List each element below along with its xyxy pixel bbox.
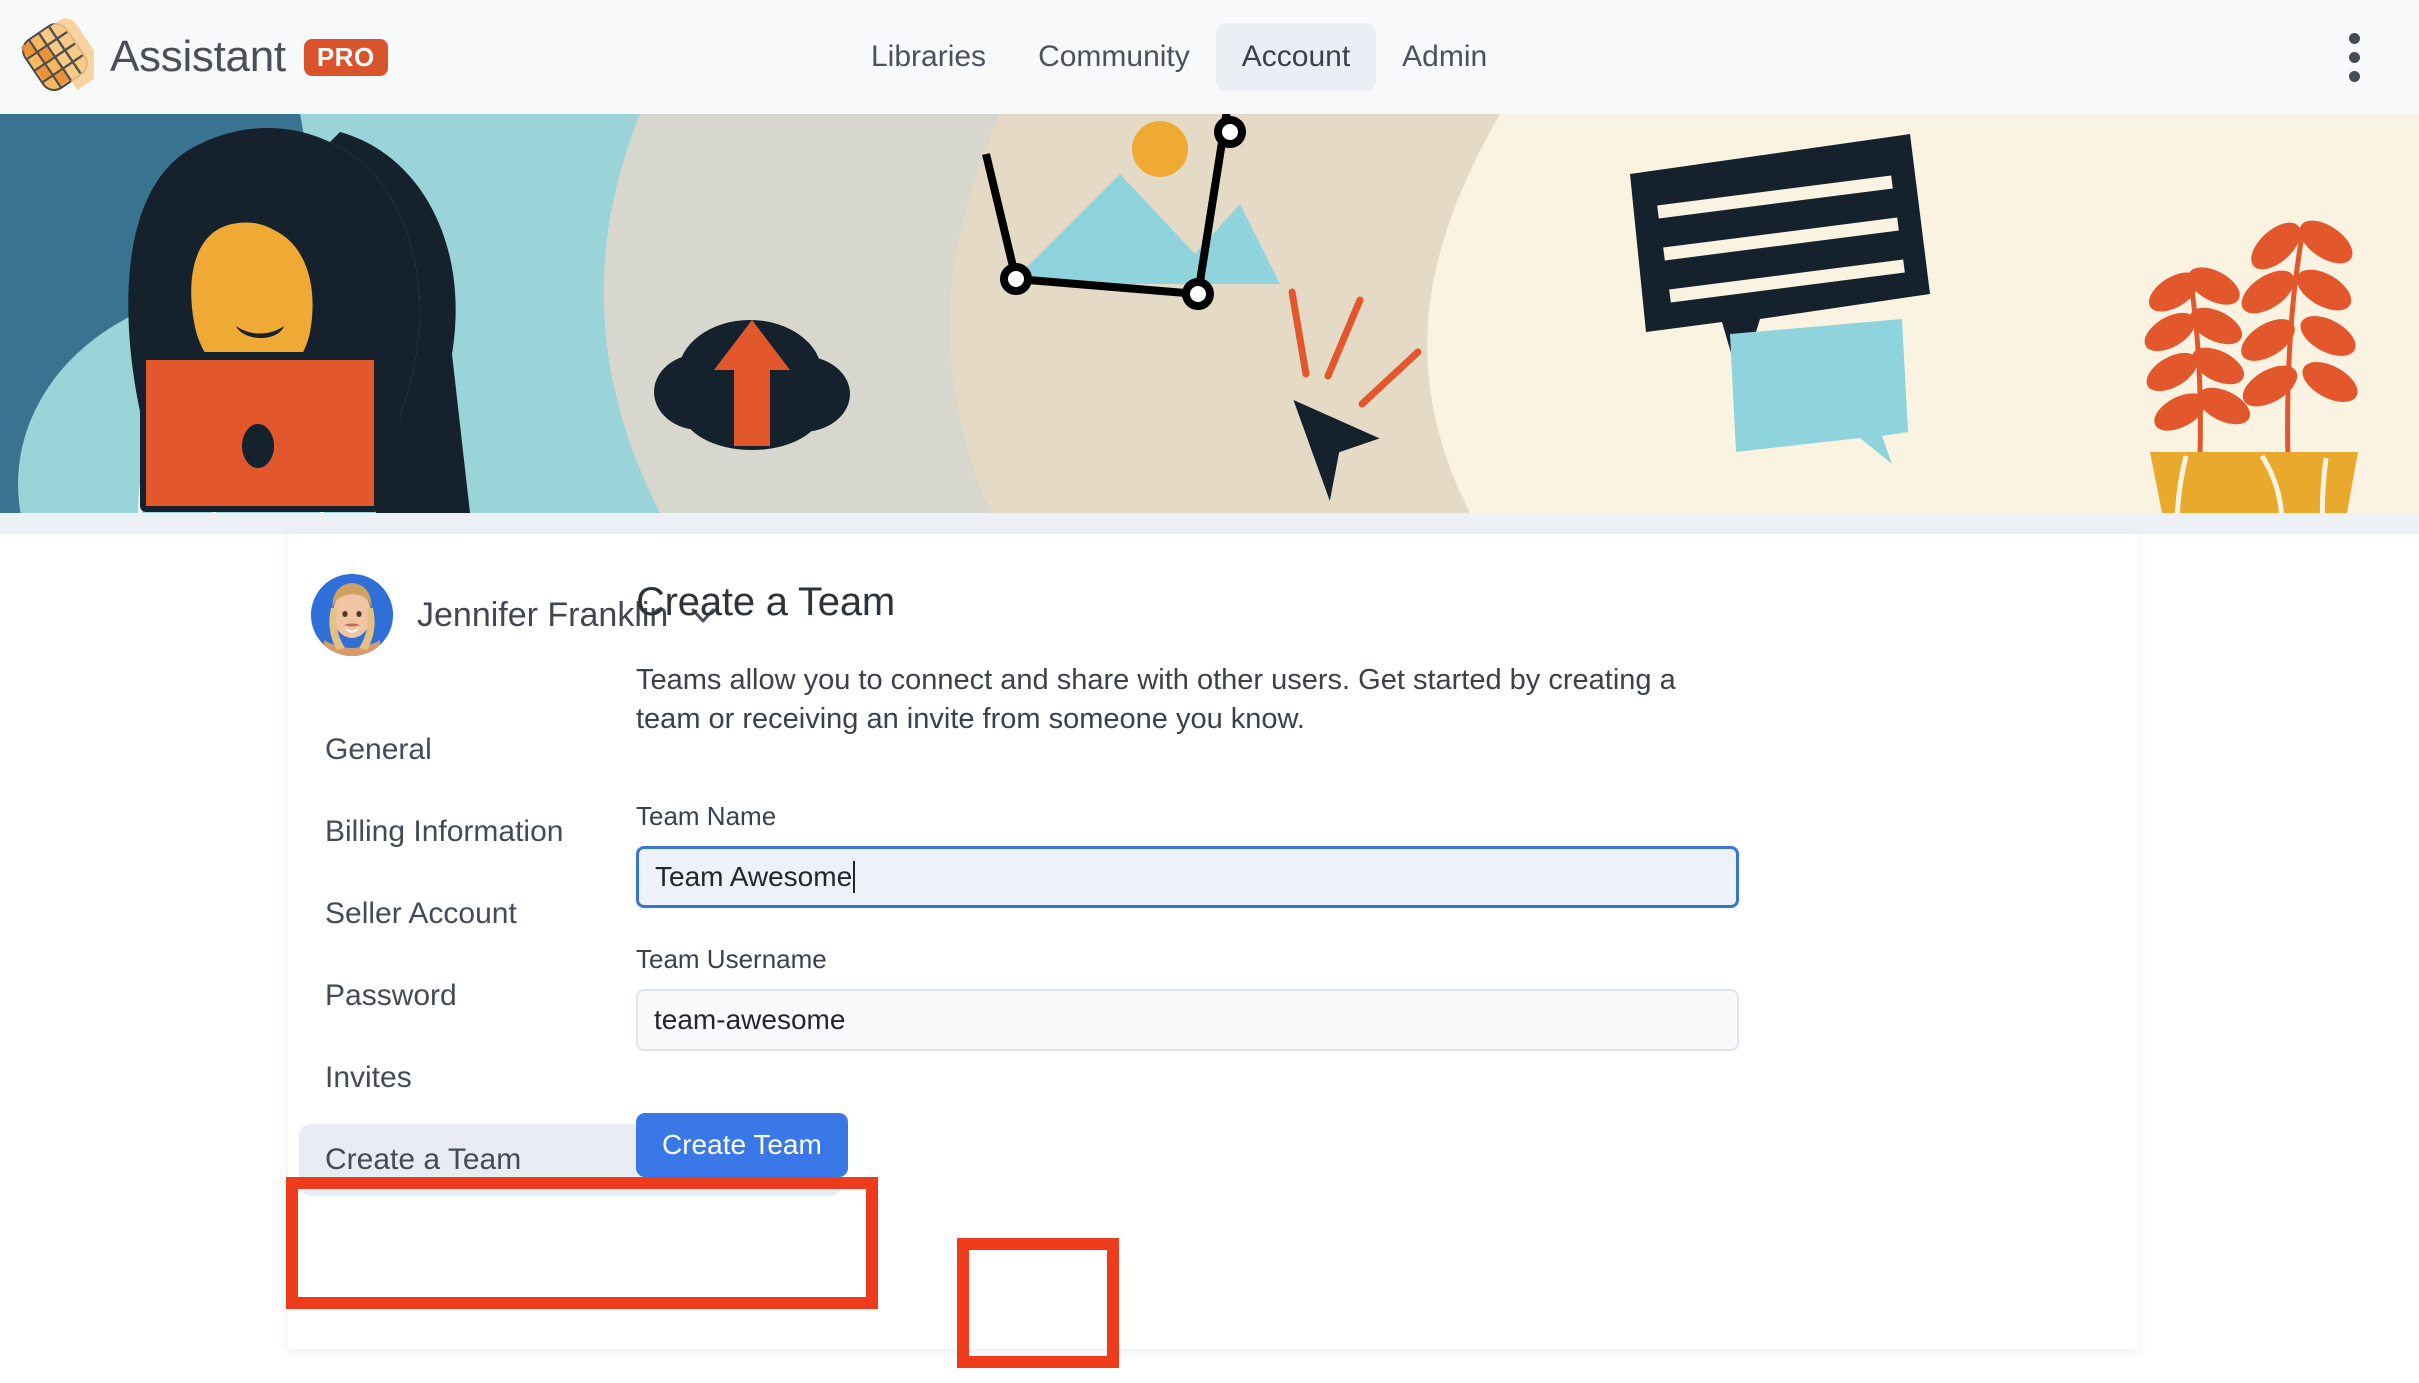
kebab-dot	[2348, 51, 2360, 63]
kebab-menu-icon[interactable]	[2331, 0, 2377, 114]
hero-bottom-strip	[0, 513, 2419, 534]
account-content-card: Jennifer Franklin General Billing Inform…	[288, 534, 2138, 1349]
avatar	[311, 574, 393, 656]
page-title: Create a Team	[636, 580, 896, 624]
team-username-value: team-awesome	[654, 1003, 846, 1035]
kebab-dot	[2348, 70, 2360, 82]
team-name-label: Team Name	[636, 800, 777, 831]
profile-name: Jennifer Franklin	[417, 595, 669, 634]
team-name-input[interactable]: Team Awesome	[636, 845, 1739, 908]
app-header: Assistant PRO Libraries Community Accoun…	[0, 0, 2419, 114]
waffle-logo-icon	[16, 18, 103, 96]
brand-name: Assistant	[110, 32, 286, 81]
team-username-input[interactable]: team-awesome	[636, 988, 1739, 1051]
text-caret	[853, 860, 856, 893]
nav-item-account[interactable]: Account	[1215, 23, 1377, 91]
main-navigation: Libraries Community Account Admin	[845, 0, 1513, 114]
brand[interactable]: Assistant PRO	[16, 18, 388, 96]
team-username-label: Team Username	[636, 943, 827, 974]
create-team-button[interactable]: Create Team	[636, 1112, 848, 1177]
create-team-panel: Create a Team Teams allow you to connect…	[636, 580, 1866, 1177]
team-name-value: Team Awesome	[655, 860, 853, 892]
kebab-dot	[2348, 32, 2360, 44]
nav-item-community[interactable]: Community	[1012, 23, 1216, 91]
nav-item-libraries[interactable]: Libraries	[845, 23, 1012, 91]
hero-banner	[0, 114, 2419, 513]
nav-item-admin[interactable]: Admin	[1376, 23, 1513, 91]
page-description: Teams allow you to connect and share wit…	[636, 664, 1676, 735]
pro-badge: PRO	[303, 38, 388, 76]
